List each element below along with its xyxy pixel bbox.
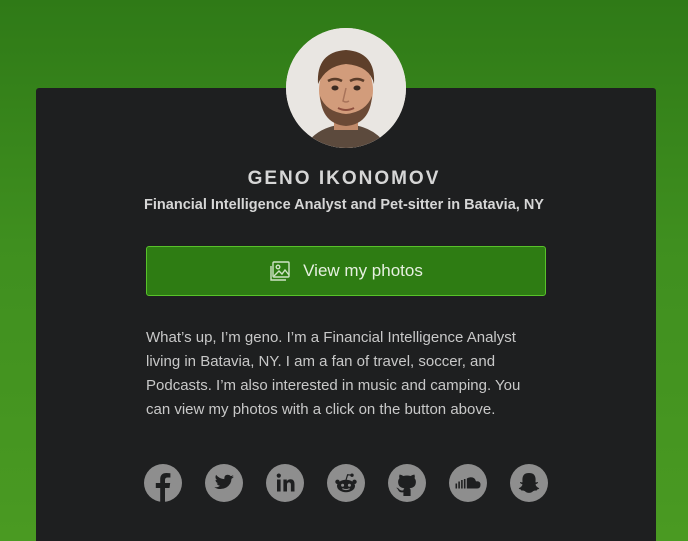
linkedin-icon[interactable] [266,464,304,502]
view-photos-label: View my photos [303,261,423,280]
github-icon[interactable] [388,464,426,502]
profile-bio: What’s up, I’m geno. I’m a Financial Int… [146,329,521,418]
profile-name: GENO IKONOMOV [247,168,441,189]
soundcloud-icon[interactable] [449,464,487,502]
photos-icon [269,260,291,282]
reddit-icon[interactable] [327,464,365,502]
facebook-icon[interactable] [144,464,182,502]
profile-tagline: Financial Intelligence Analyst and Pet-s… [144,197,544,213]
view-photos-button[interactable]: View my photos [146,246,546,296]
snapchat-icon[interactable] [510,464,548,502]
avatar [286,28,406,148]
social-links [144,464,550,502]
twitter-icon[interactable] [205,464,243,502]
